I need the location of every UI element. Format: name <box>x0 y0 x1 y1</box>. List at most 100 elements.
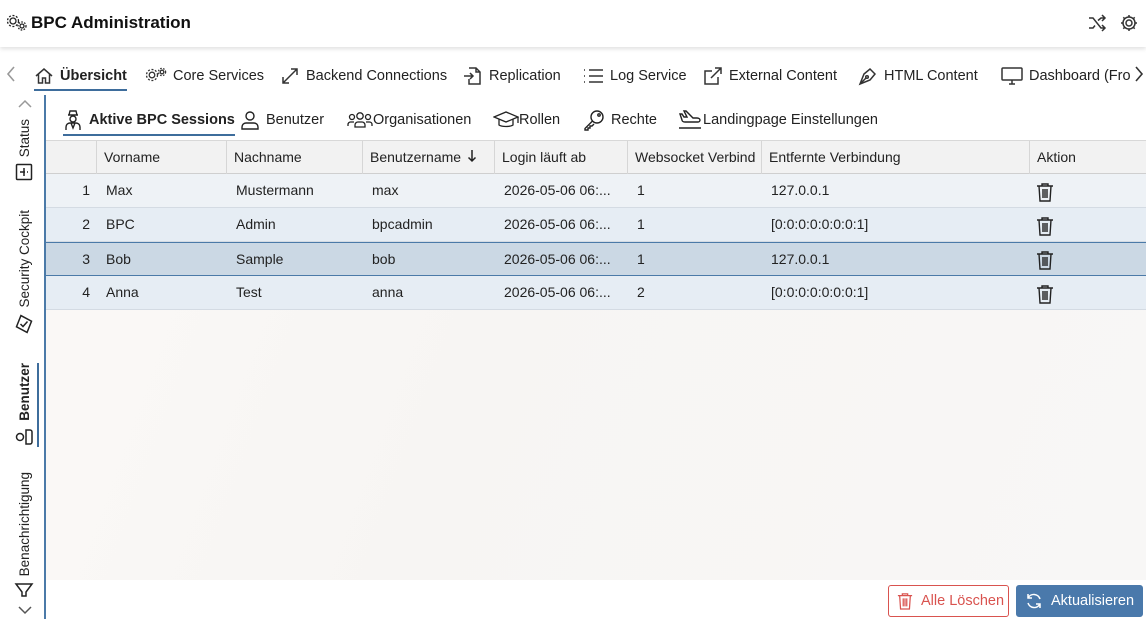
table-row[interactable]: 1 Max Mustermann max 2026-05-06 06:... 1… <box>46 174 1146 208</box>
table-row[interactable]: 2 BPC Admin bpcadmin 2026-05-06 06:... 1… <box>46 208 1146 242</box>
subtab-label: Rollen <box>519 112 561 128</box>
trash-icon[interactable] <box>1036 216 1054 236</box>
row-number: 2 <box>82 216 90 232</box>
tab-dashboard[interactable]: Dashboard (Fron <box>1001 63 1139 89</box>
cell-nachname: Sample <box>236 251 284 267</box>
cell-vorname: Max <box>106 182 133 198</box>
subtab-label: Organisationen <box>373 112 472 128</box>
subtab-label: Rechte <box>611 112 657 128</box>
cell-vorname: Bob <box>106 251 131 267</box>
shuffle-icon[interactable] <box>1087 13 1107 33</box>
scroll-down-icon[interactable] <box>18 605 32 615</box>
side-tab-status[interactable]: Status <box>12 119 36 181</box>
tab-label: Dashboard (Fron <box>1029 68 1139 84</box>
trash-icon <box>897 592 913 610</box>
tab-core-services[interactable]: Core Services <box>145 63 264 89</box>
subtab-rechte[interactable]: Rechte <box>583 107 657 133</box>
tab-backend-connections[interactable]: Backend Connections <box>280 63 447 89</box>
side-tab-security-cockpit[interactable]: Security Cockpit <box>12 210 36 334</box>
user-secret-icon <box>63 109 83 131</box>
tab-uebersicht[interactable]: Übersicht <box>34 63 127 91</box>
tab-label: Log Service <box>610 68 687 84</box>
cell-websocket: 1 <box>637 216 645 232</box>
column-header-login[interactable]: Login läuft ab <box>494 141 627 174</box>
column-header-websocket[interactable]: Websocket Verbind <box>627 141 761 174</box>
table-row[interactable]: 4 Anna Test anna 2026-05-06 06:... 2 [0:… <box>46 276 1146 310</box>
subtab-aktive-sessions[interactable]: Aktive BPC Sessions <box>63 107 235 136</box>
side-tab-label: Security Cockpit <box>16 210 32 308</box>
subtab-benutzer[interactable]: Benutzer <box>240 107 324 133</box>
scroll-up-icon[interactable] <box>18 99 32 109</box>
tab-label: External Content <box>729 68 838 84</box>
sessions-table: Vorname Nachname Benutzername Login läuf… <box>46 140 1146 580</box>
column-header-benutzername[interactable]: Benutzername <box>362 141 494 174</box>
refresh-button[interactable]: Aktualisieren <box>1016 585 1143 617</box>
side-tab-benachrichtigung[interactable]: Benachrichtigung <box>12 472 36 598</box>
row-number: 1 <box>82 182 90 198</box>
subtab-landingpage[interactable]: Landingpage Einstellungen <box>677 107 878 133</box>
trash-icon[interactable] <box>1036 250 1054 270</box>
tab-external-content[interactable]: External Content <box>703 63 837 89</box>
expand-arrows-icon <box>280 66 300 86</box>
cell-remote: [0:0:0:0:0:0:0:1] <box>771 216 869 232</box>
scroll-left-icon[interactable] <box>4 65 18 83</box>
tab-label: Replication <box>489 68 561 84</box>
shield-check-icon <box>14 314 34 334</box>
app-title: BPC Administration <box>31 13 191 32</box>
user-icon <box>240 110 260 130</box>
external-link-icon <box>703 66 723 86</box>
subtab-label: Landingpage Einstellungen <box>703 112 878 128</box>
tab-label: Backend Connections <box>306 68 448 84</box>
trash-icon[interactable] <box>1036 284 1054 304</box>
gears-icon <box>145 66 167 86</box>
title-bar: BPC Administration <box>0 0 1146 47</box>
refresh-label: Aktualisieren <box>1051 593 1135 609</box>
subtab-organisationen[interactable]: Organisationen <box>347 107 471 133</box>
info-icon <box>15 163 33 181</box>
monitor-icon <box>1001 66 1023 86</box>
file-import-icon <box>463 66 483 86</box>
column-header-nachname[interactable]: Nachname <box>226 141 362 174</box>
subtab-label: Benutzer <box>266 112 325 128</box>
cell-benutzername: bpcadmin <box>372 216 433 232</box>
side-tab-label: Benutzer <box>16 363 32 421</box>
side-tab-benutzer[interactable]: Benutzer <box>12 363 36 447</box>
row-number: 3 <box>82 251 90 267</box>
cell-remote: 127.0.0.1 <box>771 251 830 267</box>
subtab-rollen[interactable]: Rollen <box>493 107 560 133</box>
cell-remote: 127.0.0.1 <box>771 182 830 198</box>
sub-tab-bar: Aktive BPC Sessions Benutzer Organisatio… <box>46 103 1146 137</box>
cell-nachname: Test <box>236 284 262 300</box>
side-tab-label: Benachrichtigung <box>16 472 32 577</box>
cell-benutzername: max <box>372 182 399 198</box>
column-header-vorname[interactable]: Vorname <box>96 141 226 174</box>
side-tab-label: Status <box>16 119 32 158</box>
gears-icon <box>6 13 28 33</box>
cell-websocket: 1 <box>637 251 645 267</box>
table-header: Vorname Nachname Benutzername Login läuf… <box>46 140 1146 174</box>
scroll-right-icon[interactable] <box>1130 65 1146 83</box>
sort-descending-icon[interactable] <box>467 149 477 163</box>
tab-log-service[interactable]: Log Service <box>582 63 687 89</box>
delete-all-label: Alle Löschen <box>921 593 1005 609</box>
tab-html-content[interactable]: HTML Content <box>858 63 978 89</box>
trash-icon[interactable] <box>1036 182 1054 202</box>
cell-login: 2026-05-06 06:... <box>504 182 611 198</box>
cell-nachname: Mustermann <box>236 182 314 198</box>
list-icon <box>582 66 604 86</box>
tab-replication[interactable]: Replication <box>463 63 561 89</box>
cell-login: 2026-05-06 06:... <box>504 251 611 267</box>
delete-all-button[interactable]: Alle Löschen <box>888 585 1009 617</box>
main-tab-bar: Übersicht Core Services Backend Connecti… <box>0 55 1146 93</box>
cell-remote: [0:0:0:0:0:0:0:1] <box>771 284 869 300</box>
tab-label: Übersicht <box>60 68 127 84</box>
cell-benutzername: bob <box>372 251 396 267</box>
column-header-aktion[interactable]: Aktion <box>1029 141 1146 174</box>
table-row-selected[interactable]: 3 Bob Sample bob 2026-05-06 06:... 1 127… <box>46 242 1146 276</box>
row-number: 4 <box>82 284 90 300</box>
gear-icon[interactable] <box>1119 13 1139 33</box>
graduation-cap-icon <box>493 110 519 130</box>
column-header-remote[interactable]: Entfernte Verbindung <box>761 141 1029 174</box>
active-side-tab-indicator <box>37 363 39 447</box>
cell-login: 2026-05-06 06:... <box>504 284 611 300</box>
